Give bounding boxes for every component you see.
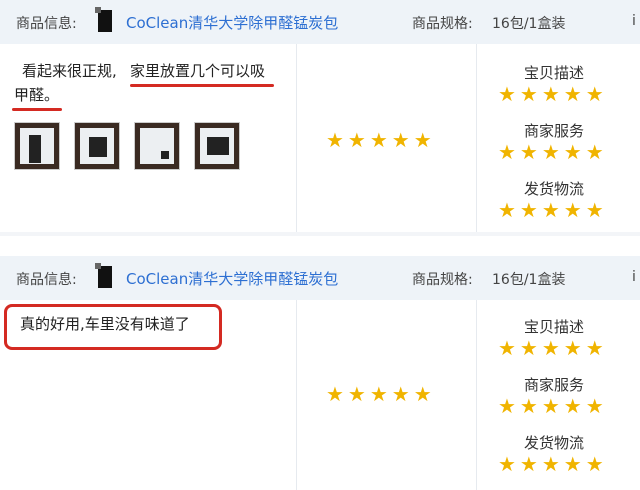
- review-1-header: 商品信息: CoClean清华大学除甲醛锰炭包 商品规格: 16包/1盒装 i: [0, 0, 640, 44]
- column-divider: [296, 44, 297, 232]
- rating-label-description: 宝贝描述: [524, 64, 585, 82]
- column-divider: [476, 300, 477, 490]
- product-info-label: 商品信息:: [16, 16, 77, 32]
- rating-stars-service: ★★★★★: [498, 140, 608, 164]
- review-photo[interactable]: [74, 122, 120, 170]
- review-text-part1: 看起来很正规,: [22, 62, 117, 80]
- review-photo[interactable]: [194, 122, 240, 170]
- rating-stars-service: ★★★★★: [498, 394, 608, 418]
- product-name-link[interactable]: CoClean清华大学除甲醛锰炭包: [126, 12, 338, 33]
- rating-stars-description: ★★★★★: [498, 82, 608, 106]
- truncated-text: i: [632, 269, 636, 285]
- highlight-underline: [130, 84, 274, 87]
- review-text-line2: 甲醛。: [14, 86, 60, 104]
- rating-stars-logistics: ★★★★★: [498, 452, 608, 476]
- rating-stars-description: ★★★★★: [498, 336, 608, 360]
- overall-rating-stars: ★★★★★: [326, 382, 436, 406]
- spec-label: 商品规格:: [412, 16, 473, 32]
- rating-label-service: 商家服务: [524, 376, 585, 394]
- product-info-label: 商品信息:: [16, 272, 77, 288]
- spec-value: 16包/1盒装: [492, 16, 566, 32]
- review-2-header: 商品信息: CoClean清华大学除甲醛锰炭包 商品规格: 16包/1盒装 i: [0, 256, 640, 300]
- review-1-body: 看起来很正规, 家里放置几个可以吸 甲醛。 ★★★★★ 宝贝描述 ★★★★★ 商…: [0, 44, 640, 232]
- spec-value: 16包/1盒装: [492, 272, 566, 288]
- review-photo[interactable]: [134, 122, 180, 170]
- truncated-text: i: [632, 13, 636, 29]
- rating-label-description: 宝贝描述: [524, 318, 585, 336]
- review-separator: [0, 232, 640, 236]
- review-text-part2: 家里放置几个可以吸: [130, 62, 266, 80]
- product-thumbnail-icon: [95, 7, 112, 32]
- column-divider: [476, 44, 477, 232]
- product-thumbnail-icon: [95, 263, 112, 288]
- highlight-underline: [12, 108, 62, 111]
- rating-stars-logistics: ★★★★★: [498, 198, 608, 222]
- review-2-body: 真的好用,车里没有味道了 ★★★★★ 宝贝描述 ★★★★★ 商家服务 ★★★★★…: [0, 300, 640, 490]
- rating-label-logistics: 发货物流: [524, 434, 585, 452]
- spec-label: 商品规格:: [412, 272, 473, 288]
- product-name-link[interactable]: CoClean清华大学除甲醛锰炭包: [126, 268, 338, 289]
- rating-label-logistics: 发货物流: [524, 180, 585, 198]
- column-divider: [296, 300, 297, 490]
- review-photo[interactable]: [14, 122, 60, 170]
- review-text: 真的好用,车里没有味道了: [20, 315, 190, 333]
- overall-rating-stars: ★★★★★: [326, 128, 436, 152]
- rating-label-service: 商家服务: [524, 122, 585, 140]
